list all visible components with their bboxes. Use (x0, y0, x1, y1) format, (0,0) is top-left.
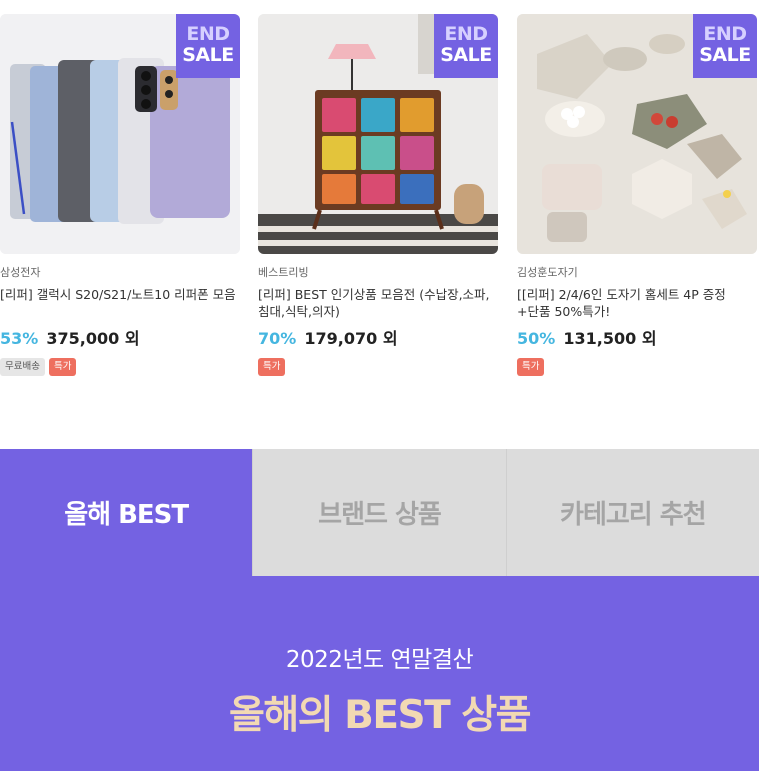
tag-list: 특가 (258, 358, 498, 376)
special-price-tag: 특가 (517, 358, 545, 376)
badge-line2: SALE (699, 44, 751, 66)
category-tabs: 올해 BEST 브랜드 상품 카테고리 추천 (0, 449, 759, 576)
product-thumbnail[interactable]: END SALE (0, 14, 240, 254)
product-card[interactable]: END SALE 김성훈도자기 [[리퍼] 2/4/6인 도자기 홈세트 4P … (517, 14, 757, 376)
free-shipping-tag: 무료배송 (0, 358, 45, 376)
discount-rate: 50% (517, 329, 556, 348)
badge-line1: END (703, 23, 747, 45)
banner-subtitle: 2022년도 연말결산 (285, 647, 474, 673)
discount-rate: 53% (0, 329, 39, 348)
product-title[interactable]: [리퍼] 갤럭시 S20/S21/노트10 리퍼폰 모음 (0, 286, 240, 320)
badge-line2: SALE (440, 44, 492, 66)
special-price-tag: 특가 (48, 358, 77, 376)
badge-line1: END (186, 23, 230, 45)
badge-line2: SALE (182, 44, 234, 66)
tag-list: 무료배송 특가 (0, 358, 240, 376)
badge-line1: END (444, 23, 488, 45)
product-price: 179,070 외 (304, 329, 398, 348)
end-sale-badge: END SALE (176, 14, 240, 78)
product-brand: 베스트리빙 (258, 266, 309, 279)
product-brand: 김성훈도자기 (517, 266, 578, 279)
tab-category-recommend[interactable]: 카테고리 추천 (505, 449, 759, 576)
product-card[interactable]: END SALE 베스트리빙 [리퍼] BEST 인기상품 모음전 (수납장,소… (258, 14, 498, 376)
discount-rate: 70% (258, 329, 297, 348)
end-sale-badge: END SALE (693, 14, 757, 78)
product-price: 375,000 외 (46, 329, 140, 348)
product-title[interactable]: [[리퍼] 2/4/6인 도자기 홈세트 4P 증정+단품 50%특가! (517, 286, 757, 320)
price-row: 50% 131,500 외 (517, 328, 757, 350)
tab-brand-products[interactable]: 브랜드 상품 (252, 449, 506, 576)
banner-title: 올해의 BEST 상품 (228, 693, 532, 738)
product-thumbnail[interactable]: END SALE (258, 14, 498, 254)
product-brand: 삼성전자 (0, 266, 41, 279)
product-card[interactable]: END SALE 삼성전자 [리퍼] 갤럭시 S20/S21/노트10 리퍼폰 … (0, 14, 240, 376)
product-list: END SALE 삼성전자 [리퍼] 갤럭시 S20/S21/노트10 리퍼폰 … (0, 14, 759, 414)
end-sale-badge: END SALE (434, 14, 498, 78)
tab-best-of-year[interactable]: 올해 BEST (0, 449, 253, 576)
tag-list: 특가 (517, 358, 757, 376)
year-end-banner: 2022년도 연말결산 올해의 BEST 상품 (0, 576, 759, 771)
product-price: 131,500 외 (563, 329, 657, 348)
product-title[interactable]: [리퍼] BEST 인기상품 모음전 (수납장,소파,침대,식탁,의자) (258, 286, 498, 320)
price-row: 53% 375,000 외 (0, 328, 240, 350)
special-price-tag: 특가 (258, 358, 286, 376)
product-thumbnail[interactable]: END SALE (517, 14, 757, 254)
price-row: 70% 179,070 외 (258, 328, 498, 350)
